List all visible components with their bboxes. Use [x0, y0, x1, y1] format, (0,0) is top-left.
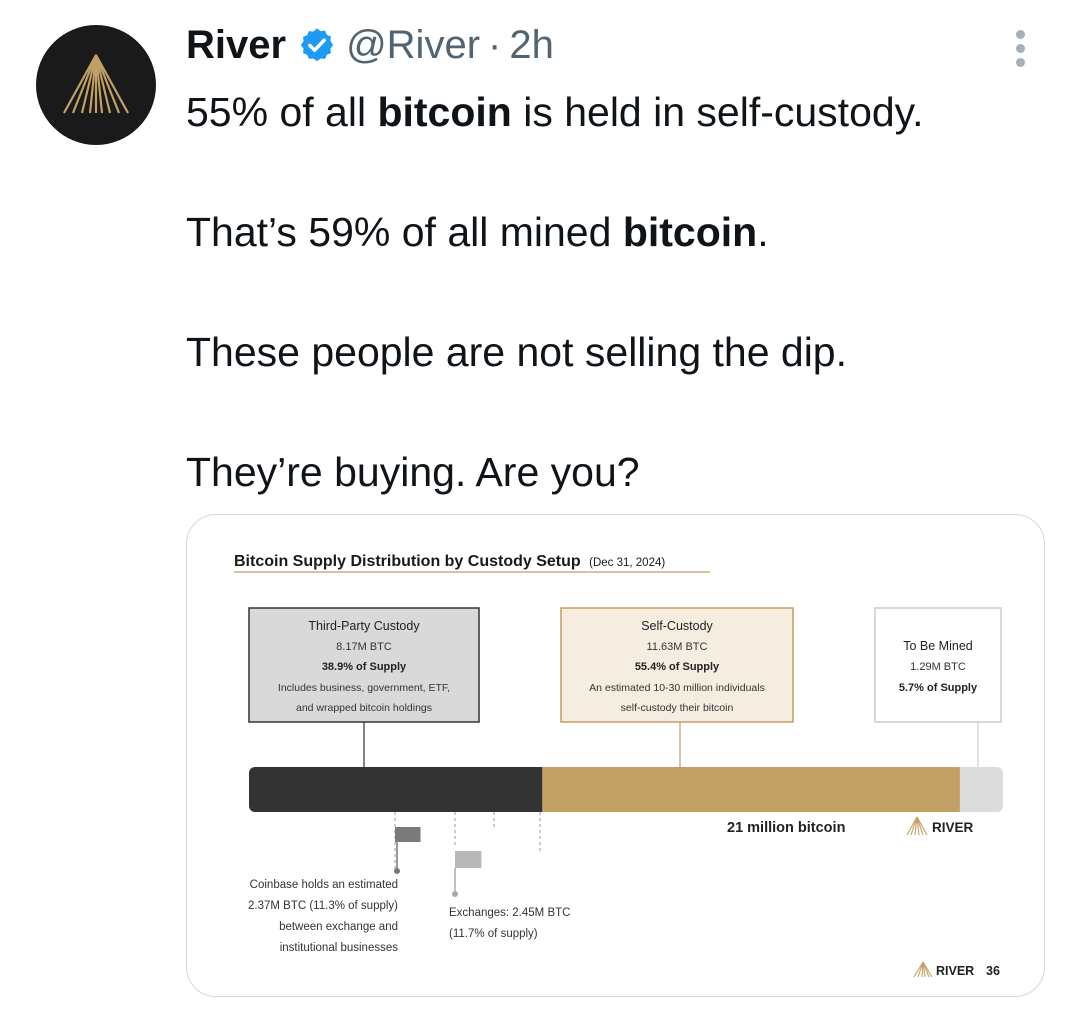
tweet-text: 55% of all bitcoin is held in self-custo… — [186, 82, 1056, 502]
self-custody-desc-2: self-custody their bitcoin — [621, 702, 734, 714]
sub-breakdown-bars — [395, 827, 482, 868]
tweet-header: River @River · 2h — [186, 20, 554, 70]
exchanges-sub-bar — [455, 851, 482, 868]
exchanges-note-1: Exchanges: 2.45M BTC — [449, 907, 570, 919]
coinbase-leader-dot — [394, 868, 400, 874]
exchanges-note-2: (11.7% of supply) — [449, 928, 538, 940]
author-avatar[interactable] — [36, 25, 156, 145]
author-handle[interactable]: @River — [346, 23, 480, 68]
tweet-text-segment: That’s 59% of all mined — [186, 209, 623, 255]
tweet-bold-text: bitcoin — [377, 89, 512, 135]
bar-segment-third-party — [249, 767, 543, 812]
river-logo-icon — [63, 54, 129, 114]
self-custody-btc: 11.63M BTC — [647, 641, 708, 653]
tweet-bold-text: bitcoin — [622, 209, 758, 255]
tweet-line: 55% of all bitcoin is held in self-custo… — [186, 82, 1056, 202]
third-party-pct: 38.9% of Supply — [322, 661, 407, 673]
coinbase-sub-bar — [395, 827, 421, 842]
coinbase-note-1: Coinbase holds an estimated — [250, 879, 398, 891]
tweet-text-segment: These people are not selling the dip. — [186, 329, 848, 375]
self-custody-title: Self-Custody — [641, 619, 713, 633]
to-be-mined-btc: 1.29M BTC — [910, 661, 966, 673]
coinbase-note-3: between exchange and — [279, 921, 398, 933]
tweet-line: These people are not selling the dip. — [186, 322, 1056, 442]
tweet-text-segment: . — [757, 209, 769, 255]
chart-figure: Bitcoin Supply Distribution by Custody S… — [234, 553, 1003, 978]
page-number: 36 — [986, 964, 1000, 978]
tweet-timestamp[interactable]: 2h — [509, 23, 554, 68]
exchanges-leader-dot — [452, 891, 458, 897]
supply-bar — [249, 767, 1003, 812]
footer-river-icon — [913, 961, 933, 978]
third-party-title: Third-Party Custody — [308, 619, 420, 633]
tweet-image[interactable]: Bitcoin Supply Distribution by Custody S… — [186, 514, 1045, 997]
chart-title: Bitcoin Supply Distribution by Custody S… — [234, 553, 581, 570]
svg-text:Bitcoin Supply Distribution by: Bitcoin Supply Distribution by Custody S… — [234, 553, 665, 570]
third-party-btc: 8.17M BTC — [336, 641, 392, 653]
total-label: 21 million bitcoin — [727, 820, 845, 836]
to-be-mined-pct: 5.7% of Supply — [899, 682, 978, 694]
third-party-desc-2: and wrapped bitcoin holdings — [296, 702, 432, 714]
coinbase-note-2: 2.37M BTC (11.3% of supply) — [248, 900, 398, 912]
footer-brand-text: RIVER — [936, 964, 974, 978]
bar-segment-self-custody — [542, 767, 960, 812]
author-name[interactable]: River — [186, 23, 286, 68]
self-custody-desc-1: An estimated 10-30 million individuals — [589, 682, 765, 694]
third-party-desc-1: Includes business, government, ETF, — [278, 682, 450, 694]
more-options-icon[interactable] — [1008, 30, 1032, 70]
self-custody-pct: 55.4% of Supply — [635, 661, 720, 673]
header-separator: · — [488, 22, 502, 67]
coinbase-note-4: institutional businesses — [280, 942, 399, 954]
tweet-line: They’re buying. Are you? — [186, 442, 1056, 502]
chart-date: (Dec 31, 2024) — [589, 557, 665, 569]
tweet-text-segment: They’re buying. Are you? — [186, 449, 640, 495]
river-brand-icon — [906, 816, 928, 836]
tweet-text-segment: is held in self-custody. — [511, 89, 924, 135]
verified-badge-icon — [300, 28, 334, 62]
to-be-mined-title: To Be Mined — [903, 639, 973, 653]
tweet-text-segment: 55% of all — [186, 89, 378, 135]
tweet-line: That’s 59% of all mined bitcoin. — [186, 202, 1056, 322]
river-brand-text: RIVER — [932, 820, 974, 835]
bar-segment-to-be-mined — [959, 767, 1003, 812]
